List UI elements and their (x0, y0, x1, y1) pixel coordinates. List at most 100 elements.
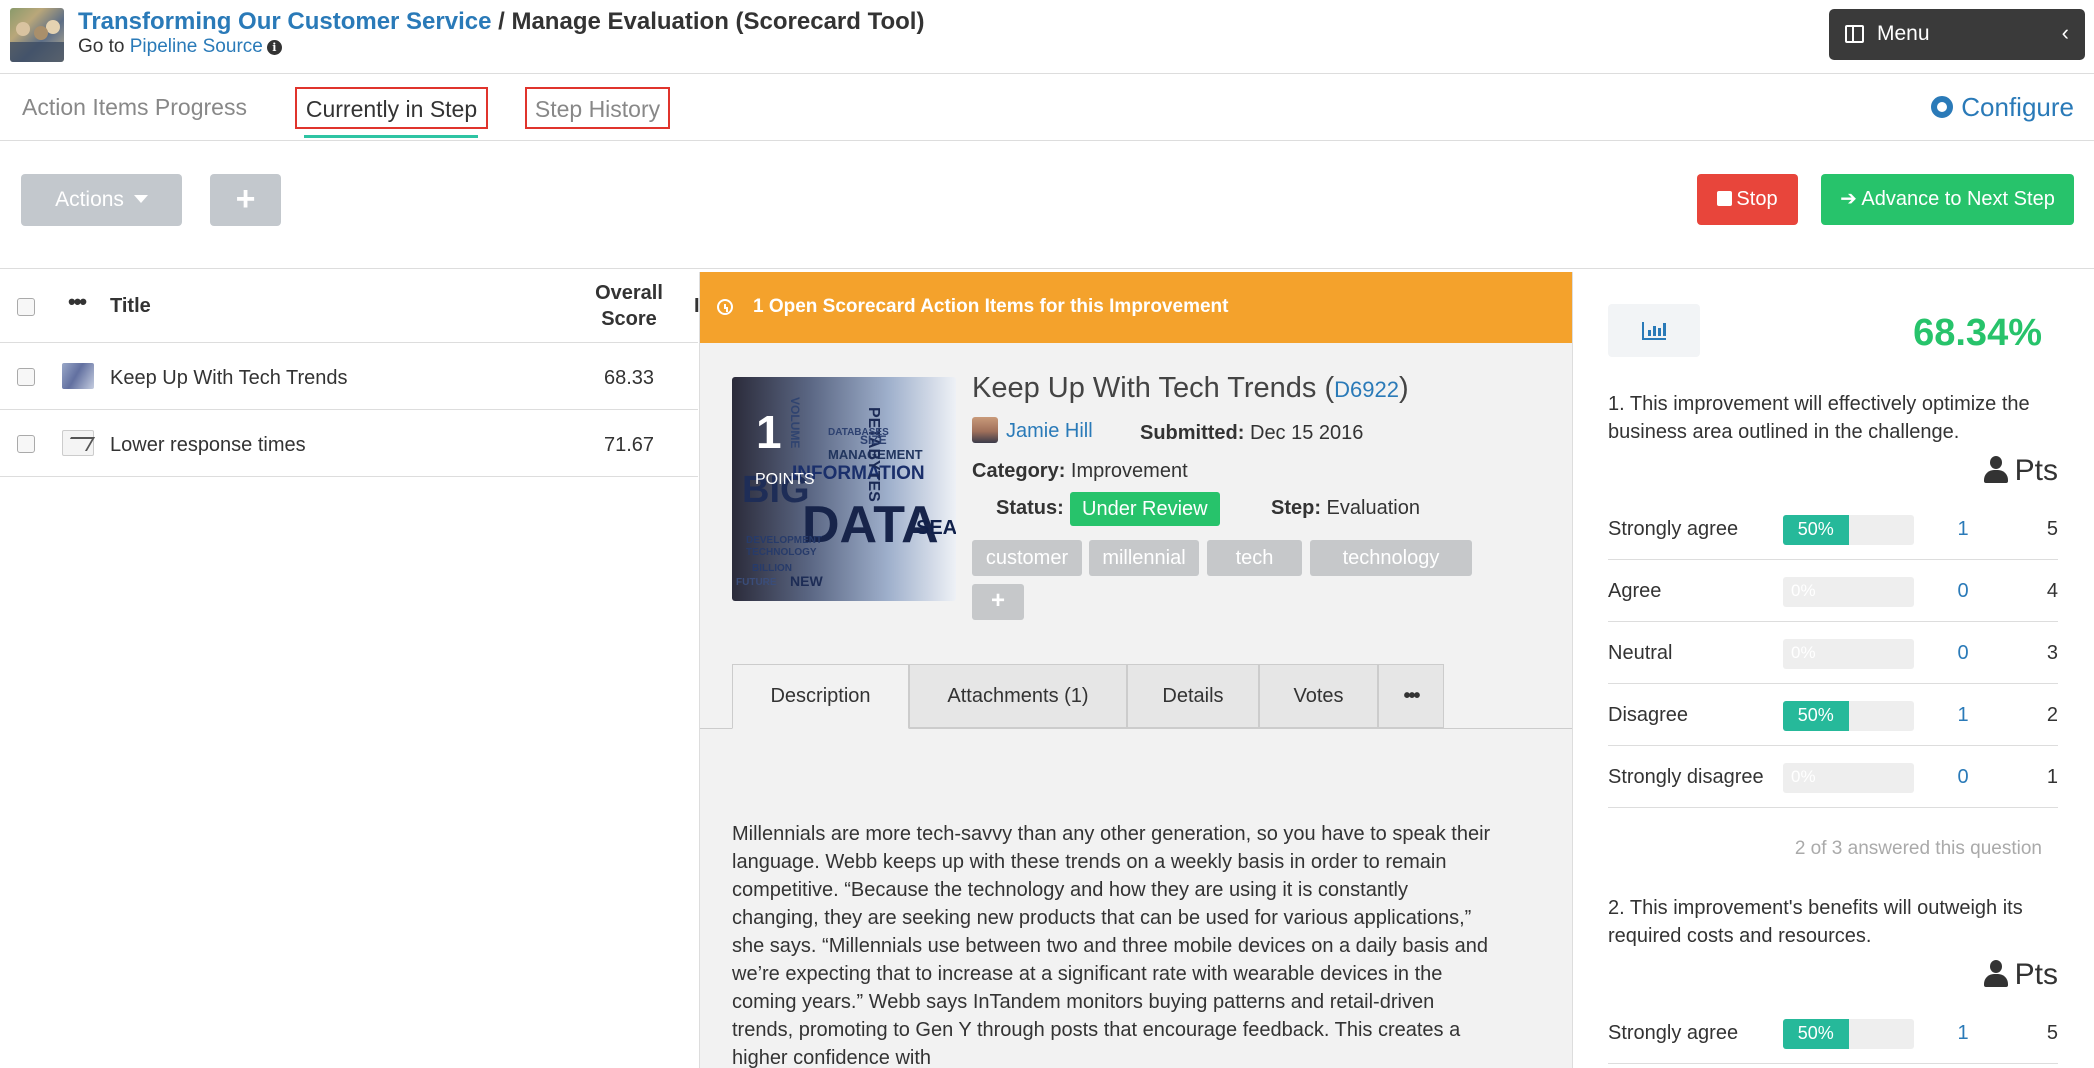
option-label: Neutral (1608, 642, 1673, 664)
percent-bar: 50% (1783, 515, 1914, 545)
response-count-link[interactable]: 0 (1948, 580, 1978, 603)
alert-text: 1 Open Scorecard Action Items for this I… (753, 296, 1229, 317)
stop-button[interactable]: Stop (1697, 174, 1798, 225)
percent-zero: 0% (1791, 643, 1816, 662)
list-header: ••• Title Overall Score I (0, 270, 700, 343)
tab-details[interactable]: Details (1127, 664, 1259, 728)
tab-attachments[interactable]: Attachments (1) (909, 664, 1127, 728)
chevron-left-icon: ‹ (2061, 20, 2069, 45)
step-value: Evaluation (1321, 497, 1420, 519)
table-row[interactable]: Keep Up With Tech Trends 68.33 (0, 344, 698, 410)
column-title[interactable]: Title (110, 295, 151, 318)
improvement-title: Keep Up With Tech Trends (D6922) (972, 372, 1409, 405)
improvement-id-link[interactable]: D6922 (1334, 377, 1399, 402)
row-thumbnail (62, 430, 94, 456)
row-score: 71.67 (603, 434, 655, 456)
tab-step-history[interactable]: Step History (525, 87, 670, 129)
gear-icon (1931, 96, 1954, 118)
author: Jamie Hill (972, 417, 1093, 443)
menu-label: Menu (1877, 22, 1930, 45)
configure-link[interactable]: Configure (1931, 92, 2074, 123)
option-points: 5 (2046, 518, 2058, 540)
pts-header: Pts (2014, 454, 2058, 487)
tab-description[interactable]: Description (732, 664, 909, 729)
option-points: 2 (2046, 704, 2058, 726)
actions-dropdown-button[interactable]: Actions (21, 174, 182, 226)
breadcrumb: Transforming Our Customer Service / Mana… (78, 8, 924, 36)
pipeline-source-link[interactable]: Pipeline Source (130, 36, 263, 57)
tag-customer[interactable]: customer (972, 540, 1082, 576)
table-row[interactable]: Lower response times 71.67 (0, 411, 698, 477)
avatar[interactable] (972, 417, 998, 443)
question-header: Pts (1608, 956, 2058, 996)
improvement-image[interactable]: BIG DATA INFORMATION MANAGEMENT PETABYTE… (732, 377, 956, 601)
pts-header: Pts (2014, 958, 2058, 991)
more-options-icon[interactable]: ••• (68, 291, 87, 313)
more-tabs-icon: ••• (1403, 685, 1420, 707)
option-label: Disagree (1608, 704, 1689, 726)
author-link[interactable]: Jamie Hill (1006, 420, 1093, 442)
stop-icon (1717, 191, 1733, 206)
breadcrumb-separator: / (491, 8, 512, 35)
image-word: DEVELOPMENT (746, 535, 823, 546)
status-label-text: Status: (996, 497, 1064, 519)
info-icon[interactable]: i (266, 40, 282, 55)
bar-chart-icon (1642, 322, 1666, 340)
image-word: SIZE (860, 433, 887, 447)
column-score-line2: Score (601, 308, 657, 330)
scorecard-panel: 68.34% 1. This improvement will effectiv… (1574, 272, 2094, 1068)
option-label: Strongly agree (1608, 1022, 1739, 1044)
user-icon (1983, 456, 2009, 484)
caret-down-icon (133, 195, 148, 203)
row-title[interactable]: Keep Up With Tech Trends (110, 367, 348, 390)
select-all-checkbox[interactable] (17, 298, 35, 316)
column-overall-score[interactable]: Overall Score (585, 280, 673, 332)
sidebar-toggle-icon (1845, 25, 1864, 43)
option-label: Strongly disagree (1608, 766, 1764, 788)
image-word: FUTURE (736, 577, 777, 588)
tab-action-items-progress[interactable]: Action Items Progress (22, 87, 247, 129)
percent-bar: 50% (1783, 701, 1914, 731)
category-value: Improvement (1065, 460, 1188, 482)
response-count-link[interactable]: 0 (1948, 642, 1978, 665)
action-bar: Actions + Stop ➔ Advance to Next Step (0, 142, 2094, 269)
challenge-logo[interactable] (10, 8, 64, 62)
question-header: Pts (1608, 452, 2058, 492)
tag-technology[interactable]: technology (1310, 540, 1472, 576)
clock-icon (717, 299, 733, 315)
row-score: 68.33 (603, 367, 655, 389)
tab-currently-in-step[interactable]: Currently in Step (295, 87, 488, 129)
menu-button[interactable]: Menu ‹ (1829, 9, 2085, 60)
top-header: Transforming Our Customer Service / Mana… (0, 0, 2094, 74)
row-checkbox[interactable] (17, 368, 35, 386)
breadcrumb-challenge-link[interactable]: Transforming Our Customer Service (78, 8, 491, 35)
stop-label: Stop (1736, 188, 1778, 210)
tab-more[interactable]: ••• (1378, 664, 1444, 728)
percent-bar: 0% (1783, 577, 1914, 607)
advance-next-step-button[interactable]: ➔ Advance to Next Step (1821, 174, 2074, 225)
page-title: Manage Evaluation (Scorecard Tool) (511, 8, 925, 35)
row-title[interactable]: Lower response times (110, 434, 306, 457)
chart-button[interactable] (1608, 304, 1700, 357)
add-button[interactable]: + (210, 174, 281, 226)
response-count-link[interactable]: 1 (1948, 518, 1978, 541)
percent-bar: 0% (1783, 763, 1914, 793)
response-count-link[interactable]: 0 (1948, 766, 1978, 789)
tag-millennial[interactable]: millennial (1089, 540, 1199, 576)
status-label: Status: (996, 497, 1064, 520)
submitted-value: Dec 15 2016 (1244, 422, 1364, 444)
tab-votes[interactable]: Votes (1259, 664, 1378, 728)
add-tag-button[interactable]: + (972, 584, 1024, 620)
open-action-items-alert[interactable]: 1 Open Scorecard Action Items for this I… (700, 272, 1572, 343)
category-label: Category: (972, 460, 1066, 482)
id-open-paren: ( (1316, 372, 1335, 404)
goto-line: Go to Pipeline Source i (78, 36, 282, 58)
id-close-paren: ) (1398, 372, 1409, 404)
response-count-link[interactable]: 1 (1948, 704, 1978, 727)
tag-tech[interactable]: tech (1207, 540, 1302, 576)
submitted-label: Submitted: (1140, 422, 1245, 444)
option-points: 3 (2046, 642, 2058, 664)
answer-option: Neutral 0% 0 3 (1608, 622, 2058, 684)
row-checkbox[interactable] (17, 435, 35, 453)
response-count-link[interactable]: 1 (1948, 1022, 1978, 1045)
